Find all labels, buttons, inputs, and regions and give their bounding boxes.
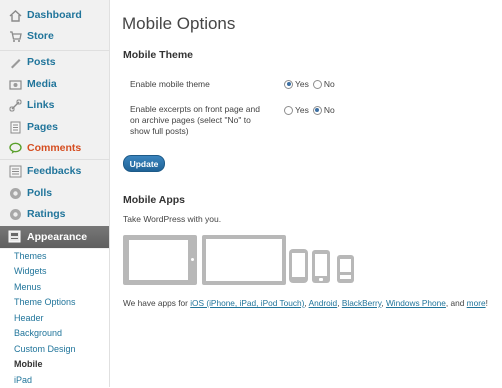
sidebar-item-dashboard[interactable]: Dashboard: [0, 4, 109, 26]
appearance-submenu: Themes Widgets Menus Theme Options Heade…: [0, 249, 109, 387]
polls-icon: [8, 186, 22, 200]
enable-excerpts-radio-group: Yes No: [284, 105, 335, 115]
ratings-icon: [8, 207, 22, 221]
ios-link[interactable]: iOS (iPhone, iPad, iPod Touch): [190, 298, 304, 308]
sidebar-item-appearance[interactable]: Appearance: [0, 226, 109, 248]
tablet-icon: [202, 235, 286, 285]
feedbacks-icon: [8, 164, 22, 178]
phone-icon: [312, 250, 330, 283]
mobile-apps-subtitle: Take WordPress with you.: [123, 214, 222, 224]
windows-phone-link[interactable]: Windows Phone: [386, 298, 446, 308]
mobile-theme-heading: Mobile Theme: [123, 49, 194, 61]
store-icon: [8, 29, 22, 43]
excerpts-no-radio[interactable]: [312, 105, 322, 115]
radio-label-no: No: [323, 105, 335, 115]
sidebar-item-label: Store: [27, 30, 54, 42]
enable-excerpts-label: Enable excerpts on front page and on arc…: [130, 104, 260, 137]
media-icon: [8, 77, 22, 91]
admin-sidebar: Dashboard Store Posts Media Links Pages: [0, 0, 110, 387]
mobile-theme-no-radio[interactable]: [312, 79, 322, 89]
excerpts-label-line-3: show full posts): [130, 126, 189, 136]
submenu-item-header[interactable]: Header: [14, 311, 44, 326]
blackberry-link[interactable]: BlackBerry: [342, 298, 382, 308]
dashboard-icon: [8, 8, 22, 22]
sidebar-item-store[interactable]: Store: [0, 25, 109, 47]
submenu-item-widgets[interactable]: Widgets: [14, 264, 47, 279]
sidebar-item-media[interactable]: Media: [0, 73, 109, 95]
links-icon: [8, 98, 22, 112]
sidebar-item-label: Media: [27, 78, 57, 90]
submenu-item-background[interactable]: Background: [14, 326, 62, 341]
more-link[interactable]: more: [467, 298, 486, 308]
submenu-item-themes[interactable]: Themes: [14, 249, 47, 264]
phone-icon: [289, 249, 308, 283]
mobile-apps-heading: Mobile Apps: [123, 194, 186, 206]
appearance-icon: [8, 230, 22, 244]
enable-mobile-theme-radio-group: Yes No: [284, 79, 335, 89]
sidebar-item-posts[interactable]: Posts: [0, 51, 109, 73]
sidebar-item-label: Pages: [27, 121, 58, 133]
mobile-apps-links-line: We have apps for iOS (iPhone, iPad, iPod…: [123, 298, 488, 308]
mobile-theme-yes-radio[interactable]: [284, 79, 293, 89]
sidebar-item-ratings[interactable]: Ratings: [0, 203, 109, 225]
submenu-item-custom-design[interactable]: Custom Design: [14, 342, 76, 357]
phone-icon: [337, 255, 354, 283]
sidebar-item-links[interactable]: Links: [0, 94, 109, 116]
sidebar-item-label: Posts: [27, 56, 56, 68]
sidebar-item-feedbacks[interactable]: Feedbacks: [0, 160, 109, 182]
android-link[interactable]: Android: [309, 298, 338, 308]
comments-icon: [8, 141, 22, 155]
sidebar-item-polls[interactable]: Polls: [0, 182, 109, 204]
sidebar-item-comments[interactable]: Comments: [0, 137, 109, 159]
radio-label-yes: Yes: [295, 105, 309, 115]
radio-label-yes: Yes: [295, 79, 309, 89]
submenu-item-menus[interactable]: Menus: [14, 280, 41, 295]
submenu-item-ipad[interactable]: iPad: [14, 373, 32, 388]
update-button[interactable]: Update: [123, 155, 165, 172]
sidebar-item-pages[interactable]: Pages: [0, 116, 109, 138]
excerpts-label-line-1: Enable excerpts on front page and: [130, 104, 260, 114]
main-content: Mobile Options Mobile Theme Enable mobil…: [110, 0, 502, 387]
sidebar-item-label: Ratings: [27, 208, 66, 220]
sidebar-item-label: Comments: [27, 142, 82, 154]
devices-illustration: [123, 235, 373, 287]
enable-mobile-theme-label: Enable mobile theme: [130, 79, 210, 89]
submenu-item-theme-options[interactable]: Theme Options: [14, 295, 76, 310]
sidebar-item-label: Feedbacks: [27, 165, 82, 177]
page-title: Mobile Options: [122, 14, 236, 33]
sidebar-item-label: Appearance: [27, 231, 88, 243]
tablet-icon: [123, 235, 197, 285]
submenu-item-mobile[interactable]: Mobile: [14, 357, 43, 372]
pages-icon: [8, 120, 22, 134]
posts-icon: [8, 55, 22, 69]
excerpts-yes-radio[interactable]: [284, 105, 293, 115]
excerpts-label-line-2: on archive pages (select "No" to: [130, 115, 251, 125]
sidebar-item-label: Links: [27, 99, 55, 111]
sidebar-item-label: Dashboard: [27, 9, 82, 21]
apps-line-prefix: We have apps for: [123, 298, 191, 308]
sidebar-item-label: Polls: [27, 187, 53, 199]
radio-label-no: No: [323, 79, 335, 89]
